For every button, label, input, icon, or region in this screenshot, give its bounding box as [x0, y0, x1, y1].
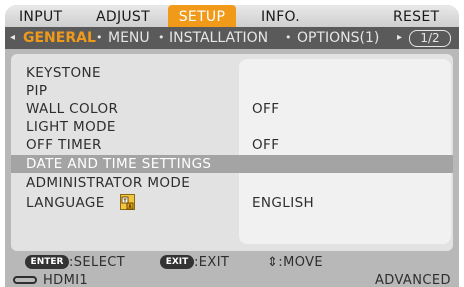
- menu-item-label: WALL COLOR: [26, 101, 119, 117]
- menu-item-label: KEYSTONE: [26, 65, 101, 81]
- key-guide: ENTER :SELECT EXIT :EXIT ⇕:MOVE: [5, 252, 459, 273]
- menu-item-keystone[interactable]: KEYSTONE: [11, 64, 453, 81]
- exit-key-icon: EXIT: [160, 255, 194, 269]
- tab-info[interactable]: INFO.: [261, 5, 300, 27]
- scroll-left-icon[interactable]: ◂: [10, 27, 15, 49]
- tab-adjust[interactable]: ADJUST: [96, 5, 150, 27]
- menu-item-label: LANGUAGE: [26, 195, 105, 211]
- menu-item-label: PIP: [26, 83, 48, 99]
- menu-item-date-and-time-settings[interactable]: DATE AND TIME SETTINGS: [11, 155, 453, 173]
- menu-item-label: LIGHT MODE: [26, 119, 116, 135]
- osd-menu: INPUT ADJUST SETUP INFO. RESET ◂ GENERAL…: [5, 5, 459, 287]
- main-tab-bar: INPUT ADJUST SETUP INFO. RESET: [5, 5, 459, 27]
- bullet-separator: •: [285, 31, 292, 44]
- menu-item-value: OFF: [252, 101, 280, 117]
- enter-key-icon: ENTER: [25, 255, 69, 269]
- sub-tab-bar: ◂ GENERAL • MENU • INSTALLATION • OPTION…: [5, 27, 459, 49]
- subtab-installation[interactable]: INSTALLATION: [169, 27, 268, 49]
- menu-mode: ADVANCED: [375, 273, 451, 287]
- menu-item-value: OFF: [252, 137, 280, 153]
- menu-item-wall-color[interactable]: WALL COLOR OFF: [11, 100, 453, 117]
- settings-panel: KEYSTONE PIP WALL COLOR OFF LIGHT MODE O…: [11, 54, 453, 251]
- menu-item-light-mode[interactable]: LIGHT MODE: [11, 118, 453, 135]
- exit-hint: :EXIT: [194, 255, 230, 270]
- move-hint: ⇕:MOVE: [267, 255, 323, 270]
- tab-setup[interactable]: SETUP: [168, 5, 236, 27]
- bullet-separator: •: [158, 31, 165, 44]
- subtab-general[interactable]: GENERAL: [23, 27, 96, 49]
- menu-item-pip[interactable]: PIP: [11, 82, 453, 99]
- tab-input[interactable]: INPUT: [19, 5, 62, 27]
- tab-reset[interactable]: RESET: [393, 5, 439, 27]
- bullet-separator: •: [96, 31, 103, 44]
- menu-item-language[interactable]: LANGUAGE ENGLISH: [11, 194, 453, 211]
- hdmi-icon: [13, 276, 37, 284]
- status-bar: HDMI1 ADVANCED: [5, 273, 459, 287]
- subtab-options[interactable]: OPTIONS(1): [297, 27, 379, 49]
- menu-item-value: ENGLISH: [252, 195, 315, 211]
- language-icon: [120, 194, 135, 210]
- menu-item-label: OFF TIMER: [26, 137, 102, 153]
- menu-item-label: DATE AND TIME SETTINGS: [26, 156, 212, 172]
- input-source: HDMI1: [43, 273, 89, 287]
- menu-item-off-timer[interactable]: OFF TIMER OFF: [11, 136, 453, 153]
- menu-item-administrator-mode[interactable]: ADMINISTRATOR MODE: [11, 174, 453, 191]
- page-indicator: 1/2: [409, 30, 451, 47]
- enter-hint: :SELECT: [69, 255, 126, 270]
- menu-item-label: ADMINISTRATOR MODE: [26, 175, 191, 191]
- scroll-right-icon[interactable]: ▸: [397, 27, 402, 49]
- subtab-menu[interactable]: MENU: [108, 27, 150, 49]
